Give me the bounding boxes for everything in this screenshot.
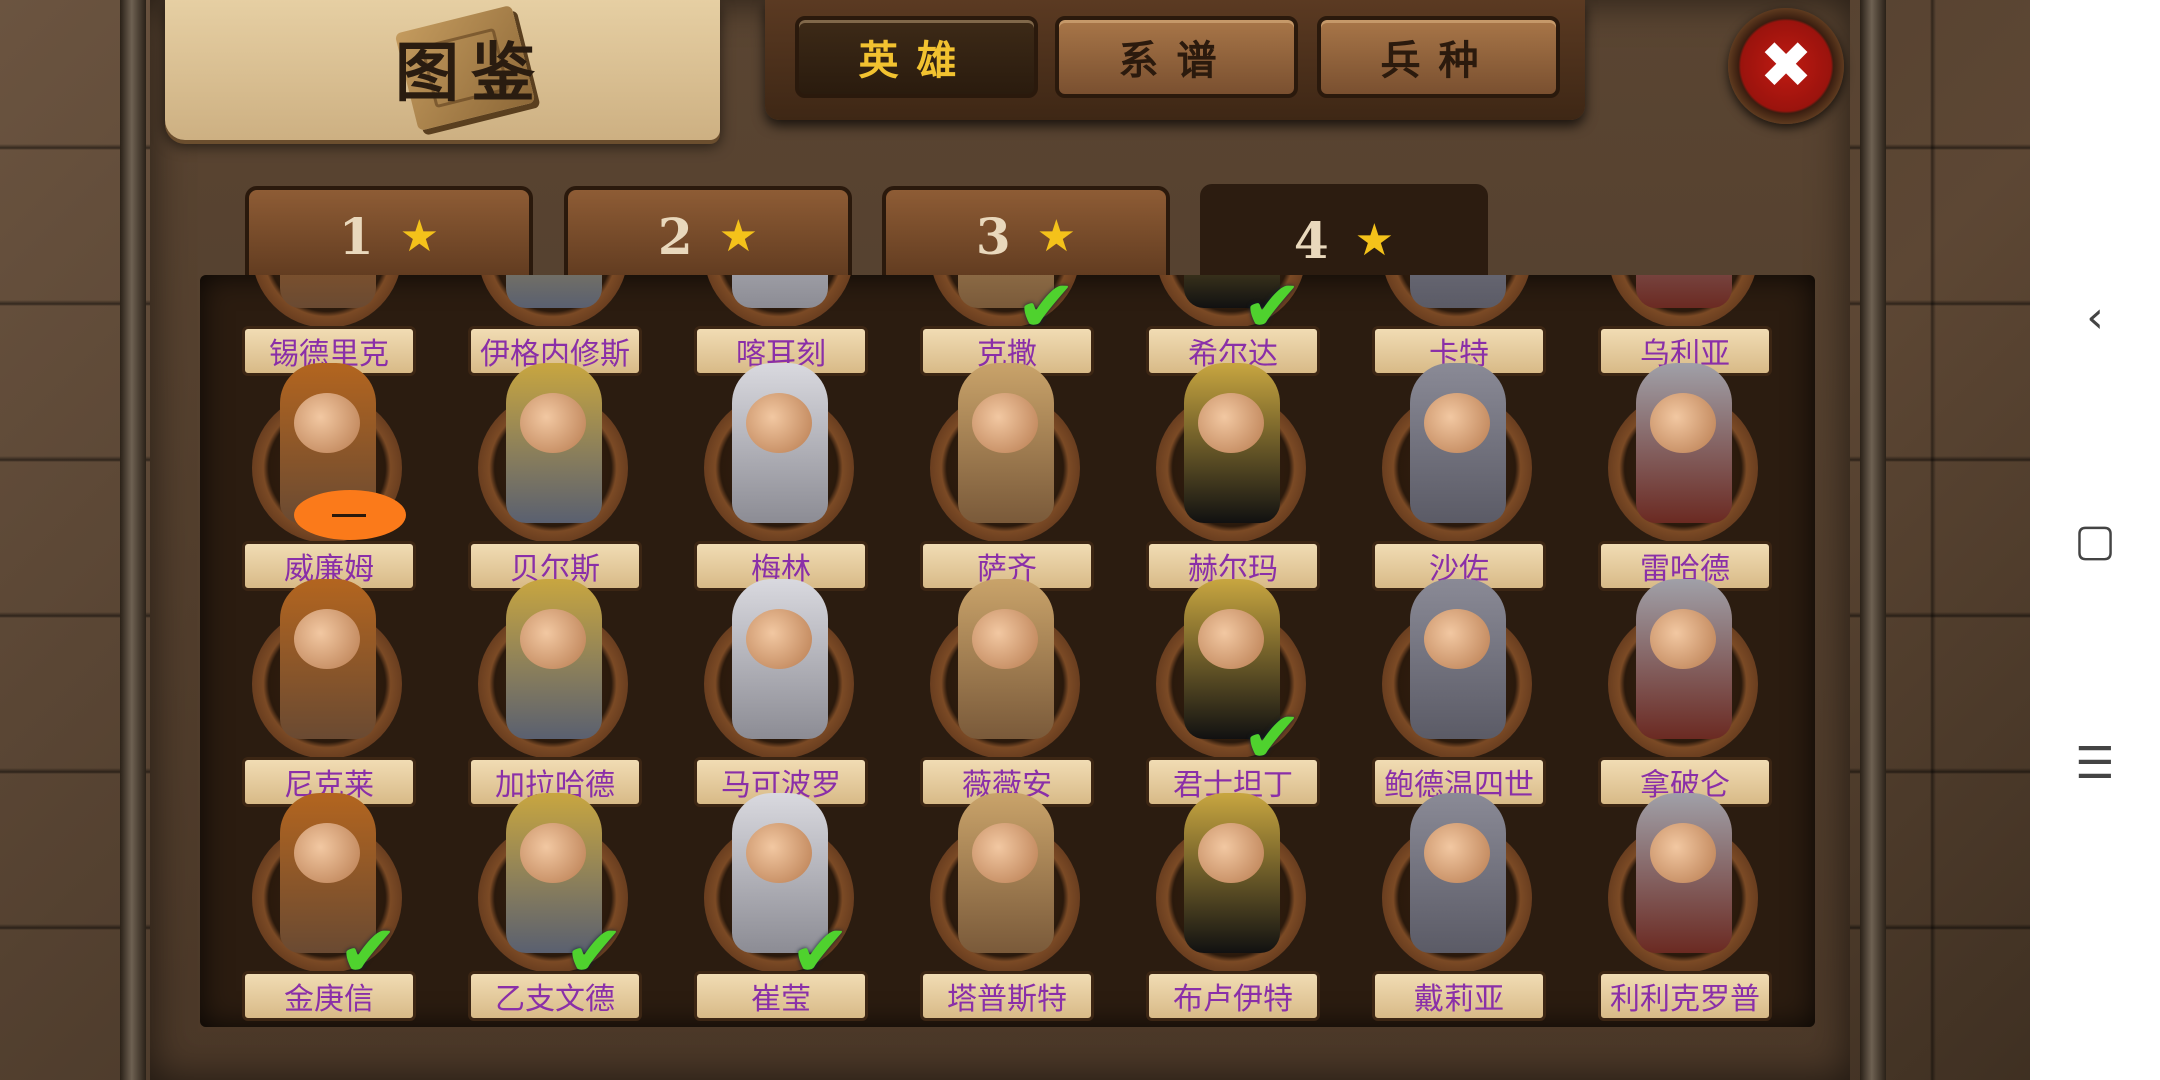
home-square-icon[interactable]: ▢ xyxy=(2070,515,2120,566)
star-tab-label: 2 xyxy=(657,206,693,266)
menu-lines-icon[interactable]: ☰ xyxy=(2070,738,2120,789)
tab-lineage[interactable]: 系谱 xyxy=(1055,16,1298,98)
hero-face xyxy=(1650,609,1716,669)
hero-card[interactable]: 赫尔玛 xyxy=(1146,353,1320,591)
hero-face xyxy=(746,609,812,669)
hero-face xyxy=(1650,393,1716,453)
hero-card[interactable]: ✔ 希尔达 xyxy=(1146,275,1320,376)
hero-card[interactable]: 贝尔斯 xyxy=(468,353,642,591)
tab-troops[interactable]: 兵种 xyxy=(1317,16,1560,98)
hero-card[interactable]: 塔普斯特 xyxy=(920,783,1094,1021)
hero-face xyxy=(294,609,360,669)
hero-face xyxy=(294,823,360,883)
orange-redaction-mark xyxy=(294,490,406,540)
hero-card[interactable]: ✔ 君士坦丁 xyxy=(1146,569,1320,807)
game-screen: 图鉴 英雄 系谱 兵种 ✖ 1 ★ 2 ★ 3 ★ 4 ★ 锡德里克 伊格内修斯喀… xyxy=(0,0,2030,1080)
star-tab-label: 1 xyxy=(338,206,374,266)
page-title: 图鉴 xyxy=(395,37,547,111)
star-tab-label: 3 xyxy=(975,206,1011,266)
close-x-icon: ✖ xyxy=(1759,29,1813,103)
hero-card[interactable]: 乌利亚 xyxy=(1598,275,1772,376)
hero-card[interactable]: 雷哈德 xyxy=(1598,353,1772,591)
hero-card[interactable]: 戴莉亚 xyxy=(1372,783,1546,1021)
hero-name-label: 乙支文德 xyxy=(468,971,642,1021)
hero-face xyxy=(1198,393,1264,453)
star-icon: ★ xyxy=(1354,214,1395,266)
close-button[interactable]: ✖ xyxy=(1728,8,1844,124)
star-icon: ★ xyxy=(1036,210,1077,262)
hero-card[interactable]: ✔ 乙支文德 xyxy=(468,783,642,1021)
star-tab-label: 4 xyxy=(1293,210,1329,270)
android-nav-bar: ‹ ▢ ☰ xyxy=(2030,0,2160,1080)
hero-face xyxy=(1650,823,1716,883)
star-icon: ★ xyxy=(718,210,759,262)
hero-face xyxy=(294,393,360,453)
hero-name-label: 利利克罗普 xyxy=(1598,971,1772,1021)
hero-face xyxy=(972,823,1038,883)
hero-card[interactable]: 尼克莱 xyxy=(242,569,416,807)
hero-face xyxy=(972,393,1038,453)
category-bar: 英雄 系谱 兵种 xyxy=(765,0,1585,120)
hero-card[interactable]: 威廉姆 xyxy=(242,353,416,591)
tab-heroes[interactable]: 英雄 xyxy=(795,16,1038,98)
hero-card[interactable]: 沙佐 xyxy=(1372,353,1546,591)
right-rail xyxy=(1860,0,1886,1080)
hero-face xyxy=(1424,823,1490,883)
hero-card[interactable]: 锡德里克 xyxy=(242,275,416,376)
hero-card[interactable]: 薇薇安 xyxy=(920,569,1094,807)
hero-name-label: 塔普斯特 xyxy=(920,971,1094,1021)
hero-name-label: 崔莹 xyxy=(694,971,868,1021)
hero-card[interactable]: 马可波罗 xyxy=(694,569,868,807)
hero-card[interactable]: 利利克罗普 xyxy=(1598,783,1772,1021)
hero-card[interactable]: ✔ 崔莹 xyxy=(694,783,868,1021)
hero-figure xyxy=(1636,275,1732,308)
star-tab-3[interactable]: 3 ★ xyxy=(882,186,1170,282)
hero-face xyxy=(1424,609,1490,669)
hero-face xyxy=(520,393,586,453)
hero-face xyxy=(1198,609,1264,669)
hero-face xyxy=(1424,393,1490,453)
hero-card[interactable]: 萨齐 xyxy=(920,353,1094,591)
left-rail xyxy=(120,0,146,1080)
hero-card[interactable]: 拿破仑 xyxy=(1598,569,1772,807)
hero-face xyxy=(1198,823,1264,883)
star-tab-1[interactable]: 1 ★ xyxy=(245,186,533,282)
hero-face xyxy=(520,823,586,883)
hero-card[interactable]: ✔ 金庚信 xyxy=(242,783,416,1021)
hero-face xyxy=(746,393,812,453)
hero-card[interactable]: 卡特 xyxy=(1372,275,1546,376)
hero-face xyxy=(972,609,1038,669)
hero-card[interactable]: 加拉哈德 xyxy=(468,569,642,807)
hero-name-label: 布卢伊特 xyxy=(1146,971,1320,1021)
hero-face xyxy=(746,823,812,883)
hero-grid: 锡德里克 伊格内修斯 喀耳刻 ✔ 克撒 ✔ 希尔达 卡特 乌利亚威廉姆 贝尔斯 梅林 萨齐 赫尔玛 沙佐雷… xyxy=(200,275,1815,1027)
hero-figure xyxy=(506,275,602,308)
hero-card[interactable]: 伊格内修斯 xyxy=(468,275,642,376)
hero-card[interactable]: 梅林 xyxy=(694,353,868,591)
hero-card[interactable]: 喀耳刻 xyxy=(694,275,868,376)
star-tab-2[interactable]: 2 ★ xyxy=(564,186,852,282)
hero-face xyxy=(520,609,586,669)
hero-figure xyxy=(1410,275,1506,308)
hero-figure xyxy=(280,275,376,308)
hero-figure xyxy=(732,275,828,308)
hero-card[interactable]: ✔ 克撒 xyxy=(920,275,1094,376)
back-chevron-icon[interactable]: ‹ xyxy=(2070,292,2120,343)
star-icon: ★ xyxy=(399,210,440,262)
hero-card[interactable]: 布卢伊特 xyxy=(1146,783,1320,1021)
hero-name-label: 金庚信 xyxy=(242,971,416,1021)
hero-card[interactable]: 鲍德温四世 xyxy=(1372,569,1546,807)
hero-name-label: 戴莉亚 xyxy=(1372,971,1546,1021)
